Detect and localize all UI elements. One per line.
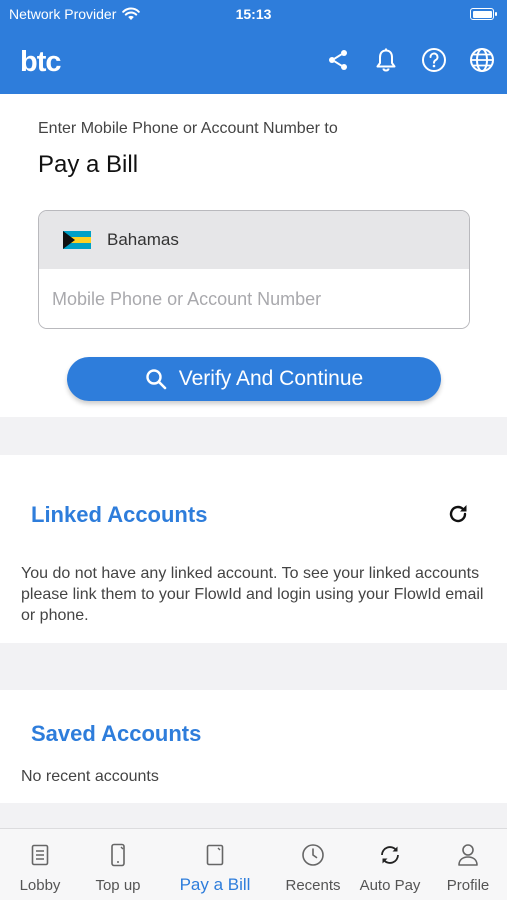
page-title: Pay a Bill bbox=[38, 151, 139, 178]
status-bar: Network Provider 15:13 bbox=[0, 0, 507, 30]
tab-label: Top up bbox=[95, 877, 141, 894]
account-entry-box: Bahamas bbox=[38, 210, 470, 329]
tab-label: Lobby bbox=[19, 877, 61, 894]
tab-auto-pay[interactable]: Auto Pay bbox=[352, 829, 428, 900]
svg-text:btc: btc bbox=[20, 46, 61, 78]
tab-top-up[interactable]: Top up bbox=[80, 829, 156, 900]
search-icon bbox=[146, 369, 167, 390]
verify-label: Verify And Continue bbox=[178, 367, 364, 390]
notifications-button[interactable] bbox=[371, 44, 401, 76]
tab-pay-a-bill[interactable]: Pay a Bill bbox=[168, 829, 262, 900]
clock-icon bbox=[302, 844, 324, 866]
country-name: Bahamas bbox=[107, 230, 179, 249]
share-icon bbox=[329, 50, 347, 70]
help-button[interactable] bbox=[419, 44, 449, 76]
language-button[interactable] bbox=[467, 44, 497, 76]
btc-logo: btc bbox=[20, 46, 62, 78]
tab-profile[interactable]: Profile bbox=[434, 829, 502, 900]
tab-lobby[interactable]: Lobby bbox=[0, 829, 80, 900]
country-selector[interactable]: Bahamas bbox=[39, 211, 469, 269]
person-icon bbox=[458, 844, 478, 866]
document-icon bbox=[31, 844, 49, 866]
linked-accounts-message: You do not have any linked account. To s… bbox=[21, 565, 484, 624]
tab-label: Auto Pay bbox=[359, 877, 421, 894]
saved-accounts-message: No recent accounts bbox=[21, 768, 159, 785]
account-number-input[interactable] bbox=[39, 269, 469, 328]
pay-subtitle: Enter Mobile Phone or Account Number to bbox=[38, 120, 338, 137]
tab-label: Pay a Bill bbox=[179, 875, 251, 894]
bill-icon bbox=[206, 844, 224, 866]
refresh-linked-button[interactable] bbox=[444, 500, 472, 528]
phone-icon bbox=[111, 843, 125, 867]
saved-accounts-title: Saved Accounts bbox=[31, 721, 202, 746]
tab-label: Recents bbox=[285, 877, 341, 894]
tab-recents[interactable]: Recents bbox=[276, 829, 350, 900]
battery-icon bbox=[470, 8, 497, 20]
saved-accounts-section: Saved Accounts No recent accounts bbox=[0, 690, 507, 803]
globe-icon bbox=[470, 48, 494, 72]
pay-bill-panel: Enter Mobile Phone or Account Number to … bbox=[0, 94, 507, 417]
clock-time: 15:13 bbox=[235, 6, 272, 22]
refresh-icon bbox=[381, 846, 399, 864]
share-button[interactable] bbox=[323, 44, 353, 76]
help-icon bbox=[422, 48, 446, 72]
bahamas-flag-icon bbox=[63, 231, 91, 249]
linked-accounts-title: Linked Accounts bbox=[31, 502, 208, 527]
verify-continue-button[interactable]: Verify And Continue bbox=[67, 357, 441, 401]
app-header: btc bbox=[0, 30, 507, 94]
tab-bar: Lobby Top up Pay a Bill Recents Auto Pay… bbox=[0, 828, 507, 900]
header-actions bbox=[323, 44, 497, 76]
bell-icon bbox=[376, 48, 396, 72]
linked-accounts-section: Linked Accounts You do not have any link… bbox=[0, 455, 507, 643]
refresh-icon bbox=[449, 505, 467, 523]
tab-label: Profile bbox=[446, 877, 490, 894]
